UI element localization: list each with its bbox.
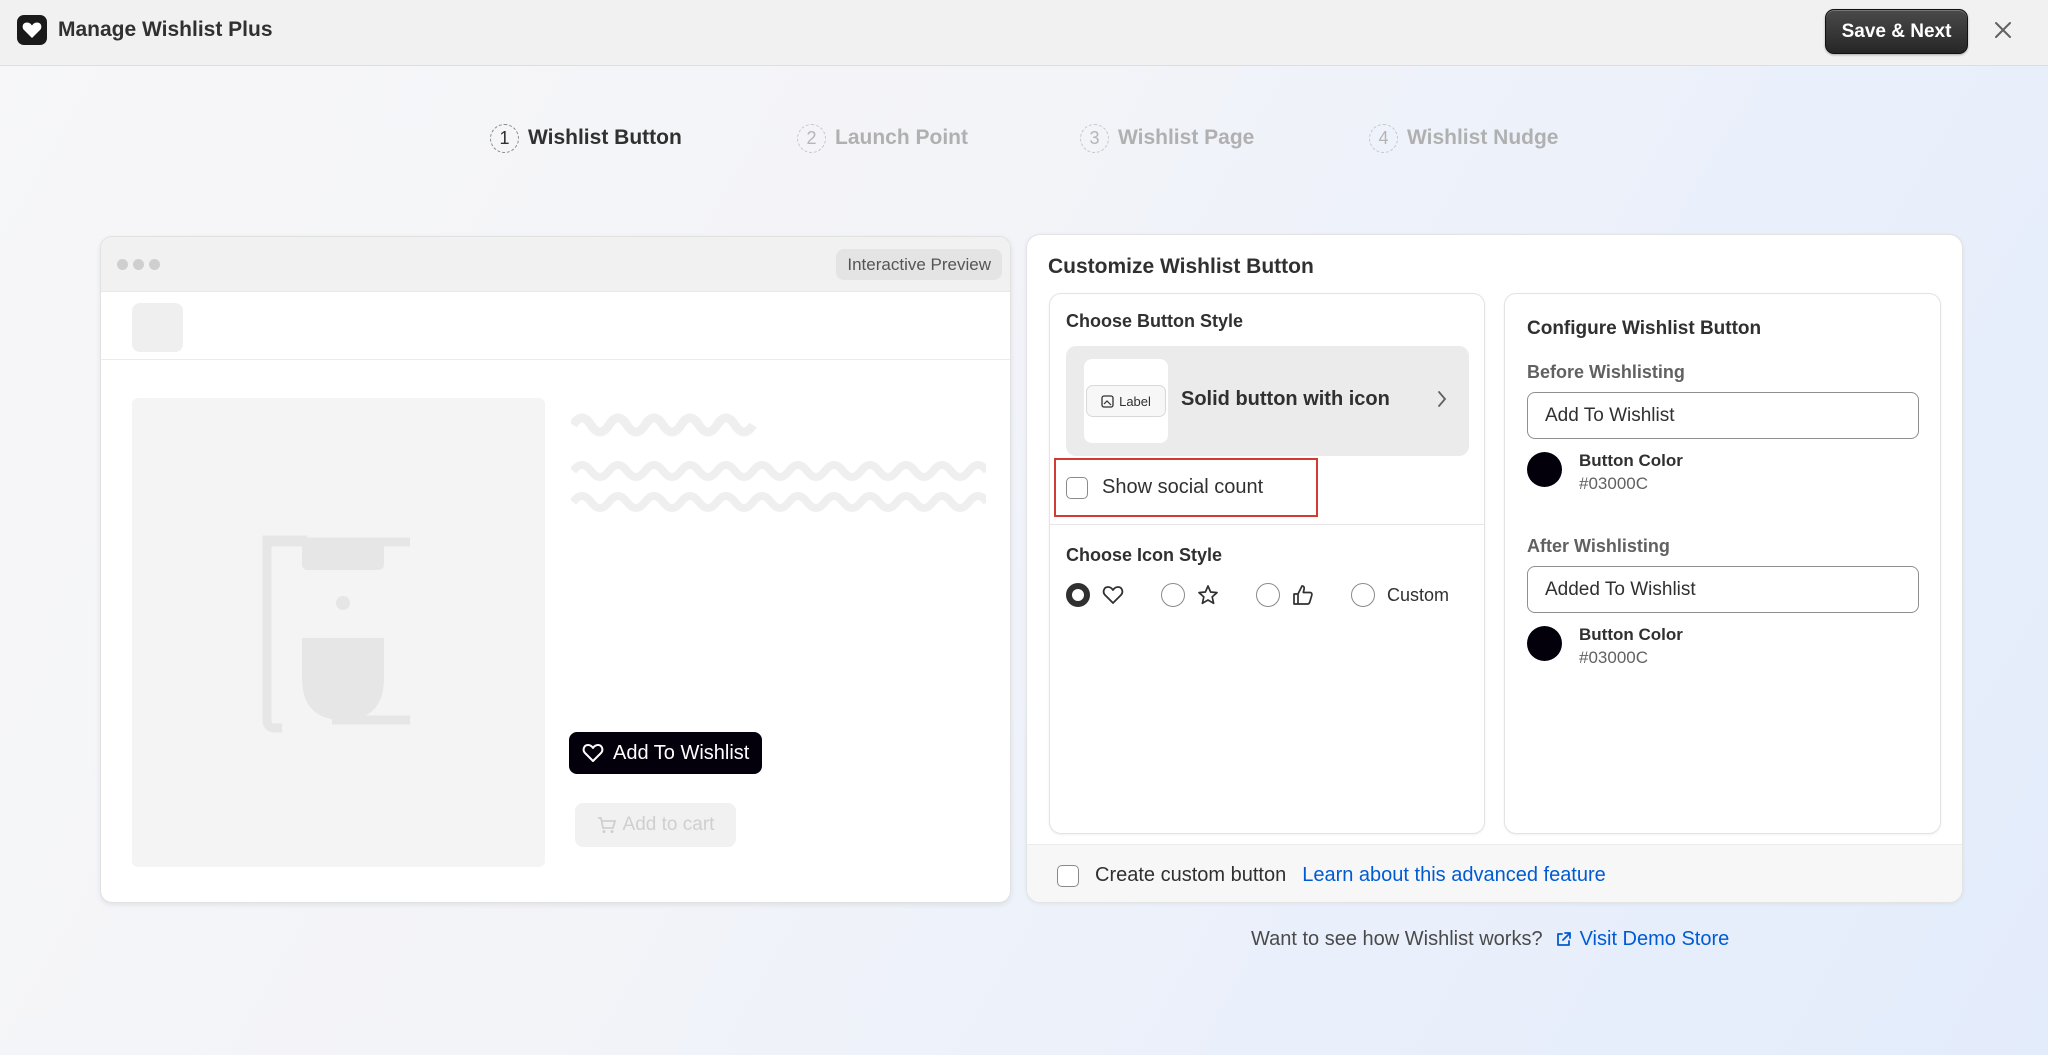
- cart-label: Add to cart: [622, 814, 715, 835]
- style-thumbnail: Label: [1084, 359, 1168, 443]
- product-title-placeholder: [569, 403, 991, 518]
- store-logo-placeholder: [132, 303, 183, 352]
- heart-logo-icon: [22, 22, 42, 38]
- radio-custom[interactable]: [1351, 583, 1375, 607]
- custom-icon-label: Custom: [1387, 584, 1450, 605]
- radio-star[interactable]: [1161, 583, 1185, 607]
- window-dots: [117, 259, 160, 270]
- visit-demo-store-link[interactable]: Visit Demo Store: [1555, 928, 1730, 951]
- step-number: 3: [1080, 123, 1109, 153]
- cart-icon: [597, 817, 616, 833]
- label-icon: [1101, 394, 1114, 408]
- style-thumb-label: Label: [1119, 393, 1151, 409]
- demo-question: Want to see how Wishlist works?: [1251, 928, 1543, 950]
- show-social-count-checkbox[interactable]: [1066, 476, 1088, 499]
- step-launch-point[interactable]: 2 Launch Point: [797, 122, 968, 154]
- customize-panel: Customize Wishlist Button Choose Button …: [1026, 234, 1963, 903]
- product-image-icon: [262, 535, 410, 733]
- create-custom-button-checkbox[interactable]: [1057, 864, 1079, 887]
- browser-bar: Interactive Preview: [101, 237, 1010, 292]
- step-number: 4: [1369, 123, 1398, 153]
- learn-advanced-feature-link[interactable]: Learn about this advanced feature: [1302, 864, 1606, 887]
- step-wishlist-nudge[interactable]: 4 Wishlist Nudge: [1369, 122, 1558, 154]
- after-wishlisting-input[interactable]: [1527, 566, 1919, 613]
- icon-option-heart[interactable]: [1066, 583, 1124, 607]
- heart-icon: [1102, 586, 1124, 604]
- save-next-button[interactable]: Save & Next: [1825, 9, 1968, 54]
- store-header: [101, 292, 1010, 360]
- configure-button-card: Configure Wishlist Button Before Wishlis…: [1504, 293, 1941, 834]
- create-custom-button-option: Create custom button Learn about this ad…: [1057, 864, 1606, 887]
- icon-option-custom[interactable]: Custom: [1351, 583, 1449, 607]
- close-icon[interactable]: [1987, 14, 2019, 46]
- create-custom-button-label: Create custom button: [1095, 864, 1287, 886]
- chevron-right-icon: [1438, 391, 1447, 407]
- product-image-placeholder: [132, 398, 545, 867]
- after-color-label: Button Color: [1579, 625, 1683, 644]
- stepper: 1 Wishlist Button 2 Launch Point 3 Wishl…: [0, 122, 2048, 154]
- heart-icon: [582, 744, 604, 762]
- app-logo: [17, 15, 47, 45]
- step-label: Wishlist Nudge: [1407, 126, 1559, 149]
- selected-button-style: Solid button with icon: [1181, 388, 1390, 410]
- step-label: Wishlist Button: [528, 126, 682, 149]
- step-number: 2: [797, 123, 826, 153]
- button-style-selector[interactable]: Label Solid button with icon: [1066, 346, 1469, 456]
- interactive-preview-panel: Interactive Preview Add To Wishlist Add …: [100, 236, 1011, 903]
- step-number: 1: [490, 123, 519, 153]
- before-color-swatch[interactable]: [1527, 452, 1562, 487]
- preview-badge: Interactive Preview: [836, 249, 1002, 280]
- thumbs-up-icon: [1293, 585, 1313, 605]
- app-title: Manage Wishlist Plus: [58, 18, 273, 41]
- demo-store-note: Want to see how Wishlist works? Visit De…: [1251, 928, 1729, 951]
- show-social-count-option[interactable]: Show social count: [1066, 476, 1263, 499]
- icon-option-star[interactable]: [1161, 583, 1219, 607]
- star-icon: [1198, 585, 1218, 605]
- after-color-hex: #03000C: [1579, 648, 1649, 667]
- before-wishlisting-label: Before Wishlisting: [1527, 362, 1685, 382]
- step-label: Wishlist Page: [1118, 126, 1255, 149]
- style-thumb-pill: Label: [1086, 385, 1166, 417]
- preview-wishlist-label: Add To Wishlist: [613, 741, 750, 764]
- after-wishlisting-label: After Wishlisting: [1527, 536, 1670, 556]
- radio-heart[interactable]: [1066, 583, 1090, 607]
- preview-wishlist-button[interactable]: Add To Wishlist: [569, 732, 763, 774]
- custom-button-footer: Create custom button Learn about this ad…: [1027, 844, 1962, 902]
- step-label: Launch Point: [835, 126, 968, 149]
- button-style-card: Choose Button Style Label Solid button w…: [1049, 293, 1485, 834]
- before-color-hex: #03000C: [1579, 474, 1649, 493]
- visit-demo-store-label: Visit Demo Store: [1579, 928, 1730, 950]
- configure-heading: Configure Wishlist Button: [1527, 318, 1762, 339]
- external-link-icon: [1556, 932, 1571, 946]
- divider: [1050, 524, 1484, 525]
- before-wishlisting-input[interactable]: [1527, 392, 1919, 439]
- icon-style-heading: Choose Icon Style: [1066, 545, 1223, 565]
- show-social-count-label: Show social count: [1102, 476, 1264, 498]
- customize-title: Customize Wishlist Button: [1048, 255, 1314, 278]
- icon-option-thumbs-up[interactable]: [1256, 583, 1314, 607]
- step-wishlist-page[interactable]: 3 Wishlist Page: [1080, 122, 1254, 154]
- button-style-heading: Choose Button Style: [1066, 311, 1244, 331]
- after-color-swatch[interactable]: [1527, 626, 1562, 661]
- before-color-label: Button Color: [1579, 451, 1683, 470]
- step-wishlist-button[interactable]: 1 Wishlist Button: [490, 122, 682, 154]
- icon-style-options: Custom: [1066, 583, 1486, 607]
- preview-add-to-cart-button[interactable]: Add to cart: [575, 803, 736, 847]
- radio-thumbs-up[interactable]: [1256, 583, 1280, 607]
- title-bar: Manage Wishlist Plus Save & Next: [0, 0, 2048, 66]
